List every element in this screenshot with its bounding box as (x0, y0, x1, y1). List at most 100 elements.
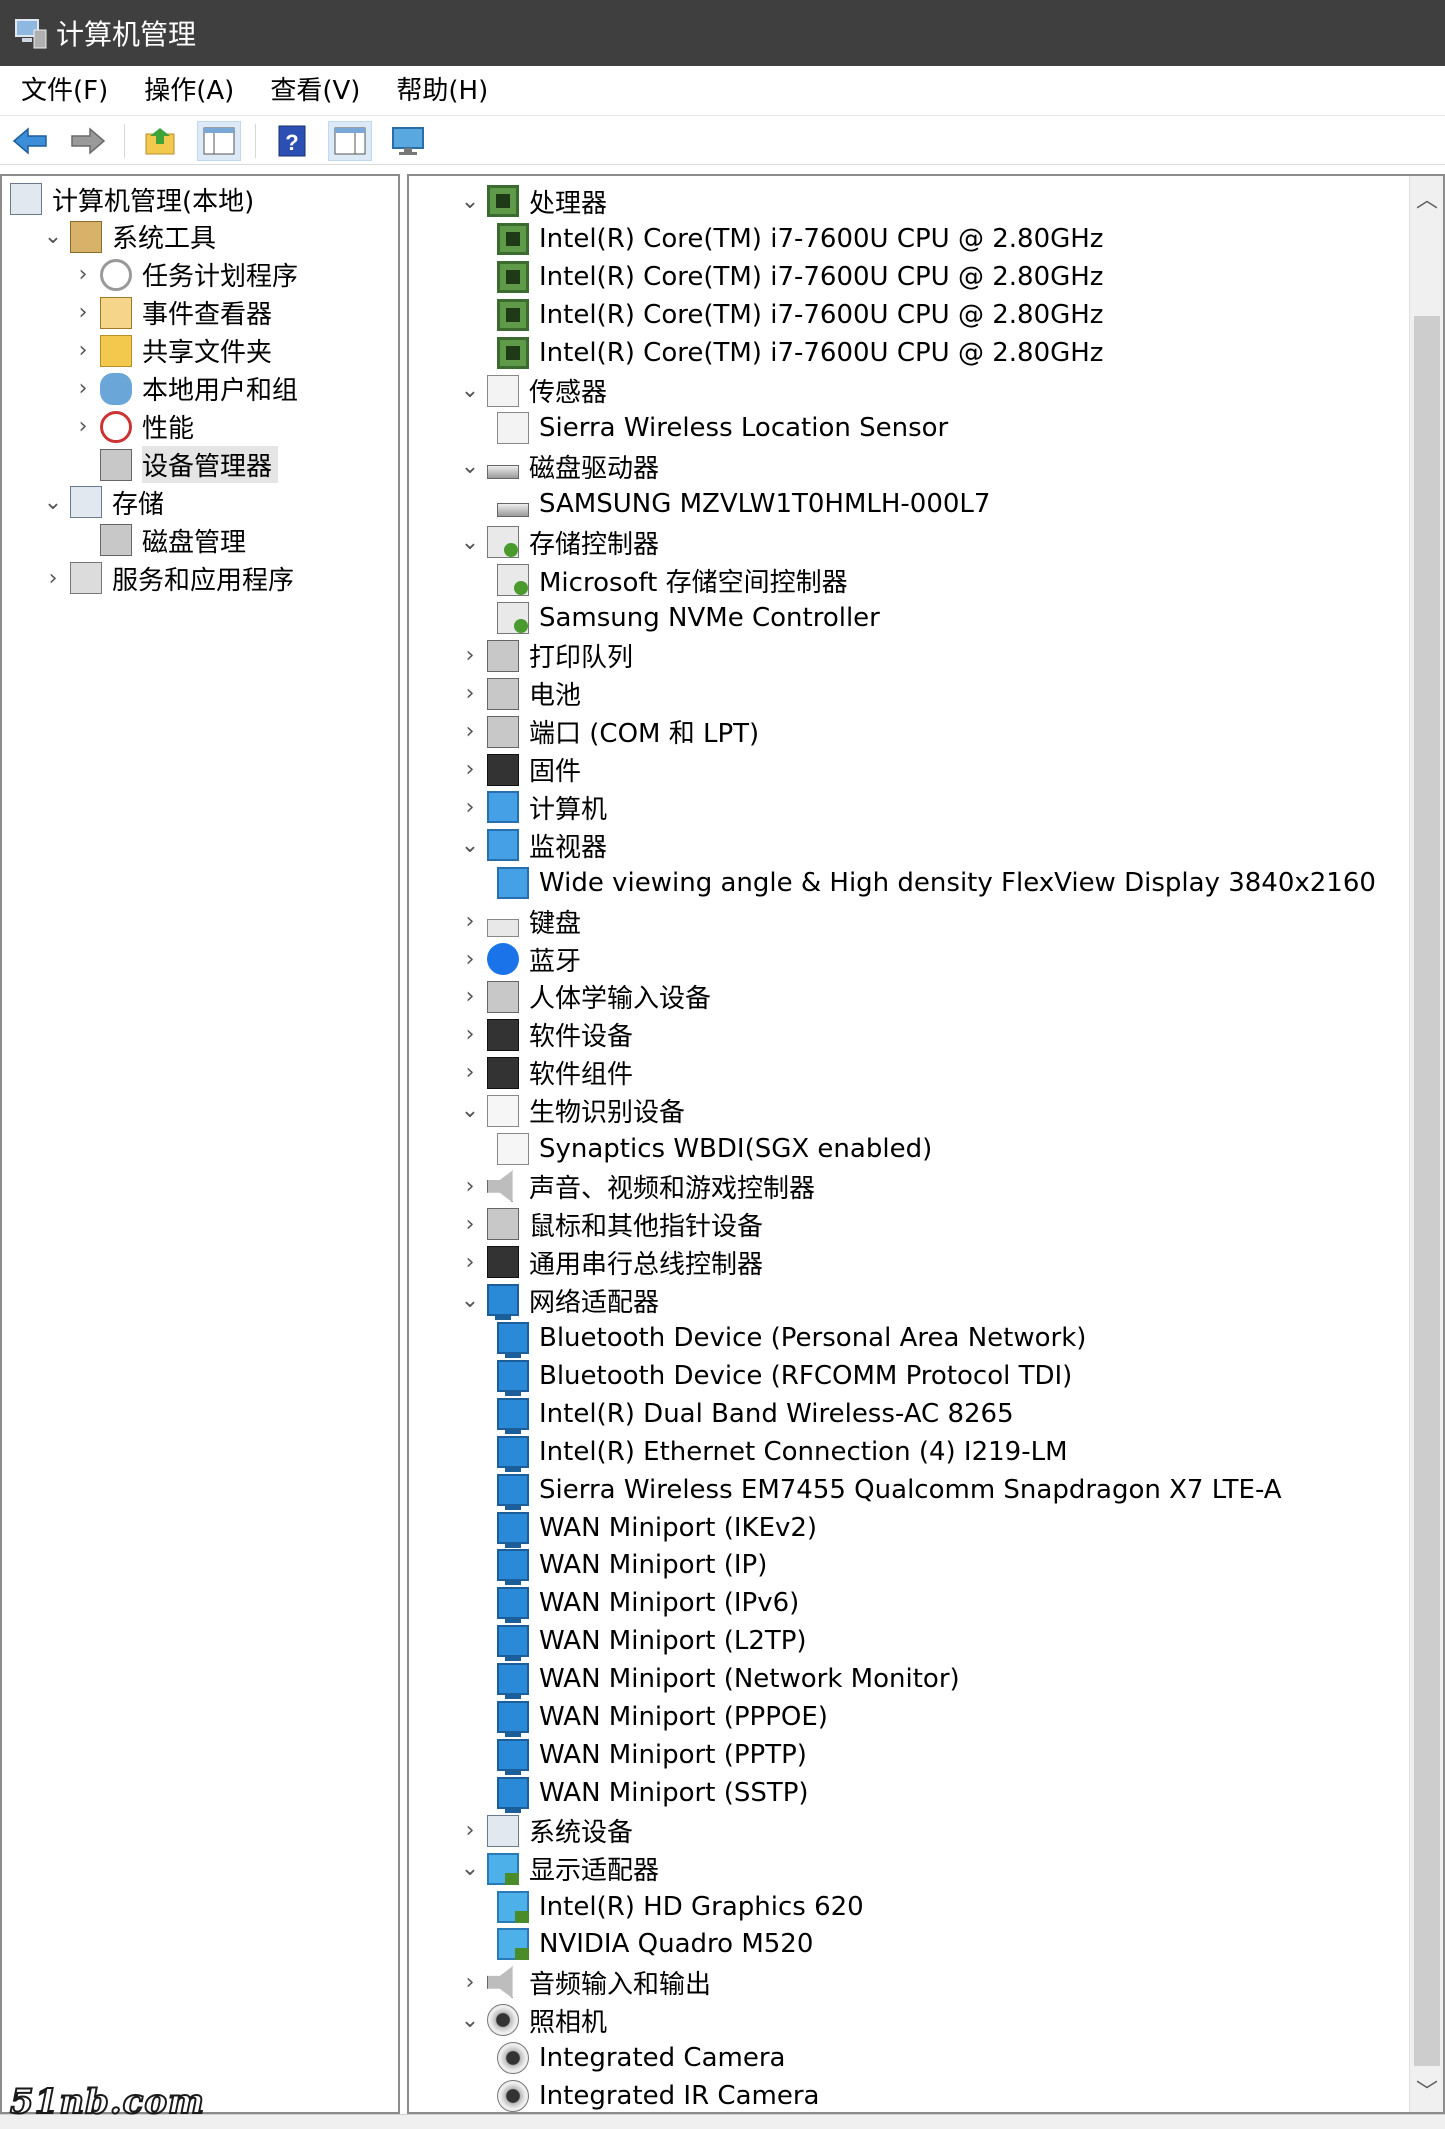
device-category[interactable]: ⌄ 磁盘驱动器 (457, 447, 659, 485)
collapsed-chevron-icon[interactable]: › (457, 1060, 483, 1086)
device-item[interactable]: Bluetooth Device (Personal Area Network) (497, 1319, 1086, 1358)
collapsed-chevron-icon[interactable]: › (457, 1818, 483, 1844)
device-category[interactable]: › 软件组件 (457, 1054, 633, 1092)
collapsed-chevron-icon[interactable]: › (457, 681, 483, 707)
collapsed-chevron-icon[interactable]: › (40, 565, 66, 591)
device-item[interactable]: Synaptics WBDI(SGX enabled) (497, 1130, 932, 1168)
device-category[interactable]: ⌄ 生物识别设备 (457, 1092, 685, 1130)
expanded-chevron-icon[interactable]: ⌄ (457, 529, 483, 555)
tree-item[interactable]: 磁盘管理 (70, 521, 246, 559)
expanded-chevron-icon[interactable]: ⌄ (457, 1098, 483, 1124)
tree-item[interactable]: › 任务计划程序 (70, 256, 298, 294)
tree-item[interactable]: › 本地用户和组 (70, 370, 298, 408)
tree-item[interactable]: 设备管理器 (70, 446, 279, 484)
device-item[interactable]: Intel(R) Core(TM) i7-7600U CPU @ 2.80GHz (497, 296, 1103, 334)
device-category[interactable]: › 人体学输入设备 (457, 978, 711, 1016)
menu-view[interactable]: 查看(V) (257, 69, 373, 113)
device-item[interactable]: SAMSUNG MZVLW1T0HMLH-000L7 (497, 485, 990, 523)
device-category[interactable]: › 声音、视频和游戏控制器 (457, 1167, 815, 1205)
menu-file[interactable]: 文件(F) (8, 69, 121, 113)
device-item[interactable]: WAN Miniport (IKEv2) (497, 1509, 817, 1548)
device-category[interactable]: ⌄ 监视器 (457, 826, 607, 864)
show-action-pane-icon[interactable] (328, 120, 372, 161)
up-folder-icon[interactable] (139, 121, 183, 161)
tree-item[interactable]: › 共享文件夹 (70, 332, 272, 370)
forward-arrow-icon[interactable] (66, 121, 110, 161)
menu-help[interactable]: 帮助(H) (383, 69, 501, 113)
scroll-thumb[interactable] (1414, 316, 1440, 2066)
collapsed-chevron-icon[interactable]: › (457, 1249, 483, 1275)
collapsed-chevron-icon[interactable]: › (70, 376, 96, 402)
expanded-chevron-icon[interactable]: ⌄ (457, 188, 483, 214)
collapsed-chevron-icon[interactable]: › (70, 414, 96, 440)
expanded-chevron-icon[interactable]: ⌄ (40, 224, 66, 250)
device-category[interactable]: › 软件设备 (457, 1016, 633, 1054)
device-category[interactable]: › 键盘 (457, 902, 581, 940)
device-item[interactable]: WAN Miniport (PPTP) (497, 1736, 807, 1775)
device-item[interactable]: Microsoft 存储空间控制器 (497, 561, 848, 599)
device-category[interactable]: › 蓝牙 (457, 940, 581, 978)
collapsed-chevron-icon[interactable]: › (457, 719, 483, 745)
tree-item[interactable]: › 性能 (70, 408, 194, 446)
device-item[interactable]: Intel(R) Ethernet Connection (4) I219-LM (497, 1433, 1068, 1472)
device-item[interactable]: Samsung NVMe Controller (497, 599, 880, 637)
collapsed-chevron-icon[interactable]: › (457, 1022, 483, 1048)
device-item[interactable]: Sierra Wireless EM7455 Qualcomm Snapdrag… (497, 1471, 1282, 1510)
expanded-chevron-icon[interactable]: ⌄ (457, 1287, 483, 1313)
device-category[interactable]: › 音频输入和输出 (457, 1963, 711, 2001)
device-item[interactable]: Bluetooth Device (RFCOMM Protocol TDI) (497, 1357, 1072, 1396)
expanded-chevron-icon[interactable]: ⌄ (40, 489, 66, 515)
collapsed-chevron-icon[interactable]: › (457, 908, 483, 934)
device-category[interactable]: › 鼠标和其他指针设备 (457, 1205, 763, 1243)
device-category[interactable]: › 电池 (457, 675, 581, 713)
expanded-chevron-icon[interactable]: ⌄ (457, 453, 483, 479)
device-category[interactable]: › 通用串行总线控制器 (457, 1243, 763, 1281)
device-item[interactable]: Intel(R) Core(TM) i7-7600U CPU @ 2.80GHz (497, 334, 1103, 372)
device-item[interactable]: WAN Miniport (SSTP) (497, 1774, 809, 1813)
device-item[interactable]: NVIDIA Quadro M520 (497, 1925, 813, 1963)
tree-item[interactable]: ⌄ 系统工具 (40, 218, 216, 256)
device-item[interactable]: WAN Miniport (PPPOE) (497, 1698, 828, 1737)
tree-item[interactable]: › 服务和应用程序 (40, 559, 294, 597)
device-item[interactable]: Intel(R) Core(TM) i7-7600U CPU @ 2.80GHz (497, 258, 1103, 296)
expanded-chevron-icon[interactable]: ⌄ (457, 1856, 483, 1882)
device-category[interactable]: ⌄ 处理器 (457, 182, 607, 220)
device-item[interactable]: Wide viewing angle & High density FlexVi… (497, 864, 1376, 902)
expanded-chevron-icon[interactable]: ⌄ (457, 378, 483, 404)
scroll-up-arrow-icon[interactable]: ︿ (1410, 180, 1443, 216)
device-item[interactable]: WAN Miniport (Network Monitor) (497, 1660, 960, 1700)
device-category[interactable]: › 系统设备 (457, 1812, 633, 1850)
device-item[interactable]: Intel(R) HD Graphics 620 (497, 1888, 864, 1926)
device-item[interactable]: WAN Miniport (IPv6) (497, 1584, 799, 1624)
device-item[interactable]: Integrated Camera (497, 2039, 785, 2077)
tree-item[interactable]: ⌄ 存储 (40, 483, 164, 521)
device-category[interactable]: ⌄ 传感器 (457, 372, 607, 410)
tree-item[interactable]: 计算机管理(本地) (10, 180, 254, 218)
device-category[interactable]: ⌄ 存储控制器 (457, 523, 659, 561)
device-category[interactable]: ⌄ 照相机 (457, 2001, 607, 2039)
collapsed-chevron-icon[interactable]: › (70, 300, 96, 326)
device-category[interactable]: › 打印队列 (457, 637, 633, 675)
collapsed-chevron-icon[interactable]: › (457, 946, 483, 972)
device-category[interactable]: › 固件 (457, 751, 581, 789)
device-category[interactable]: ⌄ 显示适配器 (457, 1850, 659, 1888)
tree-item[interactable]: › 事件查看器 (70, 294, 272, 332)
collapsed-chevron-icon[interactable]: › (457, 794, 483, 820)
help-icon[interactable]: ? (270, 121, 314, 161)
device-item[interactable]: WAN Miniport (IP) (497, 1546, 767, 1586)
collapsed-chevron-icon[interactable]: › (457, 984, 483, 1010)
device-item[interactable]: Intel(R) Dual Band Wireless-AC 8265 (497, 1395, 1014, 1434)
device-category[interactable]: › 端口 (COM 和 LPT) (457, 713, 759, 751)
collapsed-chevron-icon[interactable]: › (457, 1173, 483, 1199)
monitor-icon[interactable] (386, 121, 430, 161)
back-arrow-icon[interactable] (8, 121, 52, 161)
collapsed-chevron-icon[interactable]: › (70, 262, 96, 288)
menu-action[interactable]: 操作(A) (131, 69, 247, 113)
device-category[interactable]: ⌄ 网络适配器 (457, 1281, 659, 1321)
device-item[interactable]: WAN Miniport (L2TP) (497, 1622, 807, 1662)
expanded-chevron-icon[interactable]: ⌄ (457, 2007, 483, 2033)
collapsed-chevron-icon[interactable]: › (70, 338, 96, 364)
expanded-chevron-icon[interactable]: ⌄ (457, 832, 483, 858)
device-item[interactable]: Intel(R) Core(TM) i7-7600U CPU @ 2.80GHz (497, 220, 1103, 258)
scroll-down-arrow-icon[interactable]: ﹀ (1410, 2072, 1443, 2108)
